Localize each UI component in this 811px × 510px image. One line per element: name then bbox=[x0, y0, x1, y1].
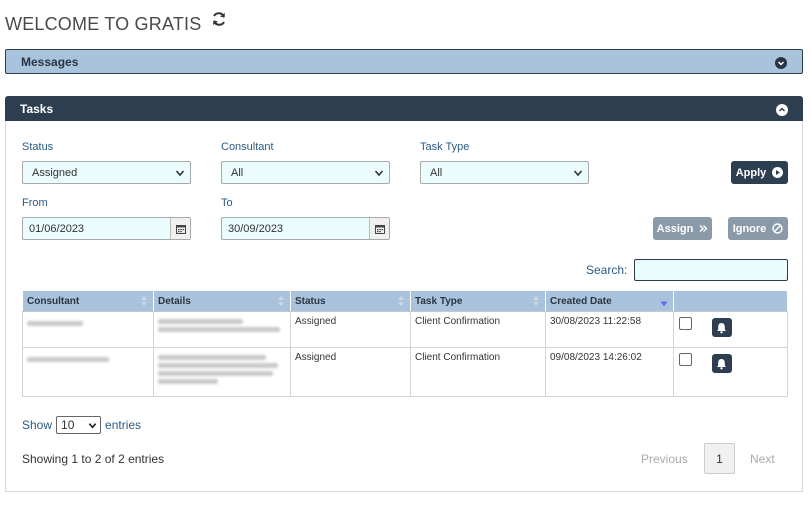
task-type-cell: Client Confirmation bbox=[410, 347, 546, 397]
from-date-value: 01/06/2023 bbox=[29, 222, 85, 235]
calendar-icon[interactable] bbox=[170, 218, 190, 239]
column-header-created-date[interactable]: Created Date bbox=[545, 290, 674, 312]
sort-icon bbox=[141, 296, 147, 306]
table-row[interactable]: Assigned Client Confirmation 30/08/2023 … bbox=[22, 311, 788, 348]
task-type-select-value: All bbox=[430, 166, 443, 179]
calendar-icon[interactable] bbox=[369, 218, 389, 239]
redacted-text bbox=[27, 357, 109, 362]
assign-button[interactable]: Assign bbox=[653, 217, 712, 240]
redacted-text bbox=[158, 319, 243, 324]
search-input[interactable] bbox=[634, 259, 788, 281]
tasks-panel-title: Tasks bbox=[20, 101, 54, 116]
chevron-down-icon bbox=[88, 423, 97, 429]
assign-button-label: Assign bbox=[656, 222, 694, 235]
status-label: Status bbox=[22, 141, 54, 153]
bell-icon[interactable] bbox=[711, 318, 732, 337]
consultant-cell bbox=[22, 347, 154, 397]
redacted-text bbox=[158, 379, 218, 384]
chevron-down-circle-icon[interactable] bbox=[775, 56, 787, 69]
redacted-text bbox=[158, 327, 280, 332]
tasks-panel-body: Status Consultant Task Type Assigned All… bbox=[5, 121, 803, 492]
table-row[interactable]: Assigned Client Confirmation 09/08/2023 … bbox=[22, 347, 788, 397]
details-cell bbox=[153, 311, 291, 348]
next-button[interactable]: Next bbox=[750, 452, 775, 466]
actions-cell bbox=[673, 347, 788, 397]
page-length-control: Show 10 entries bbox=[22, 416, 141, 434]
apply-button[interactable]: Apply bbox=[731, 161, 788, 184]
redacted-text bbox=[158, 371, 273, 376]
to-date-field[interactable]: 30/09/2023 bbox=[221, 217, 390, 240]
to-label: To bbox=[221, 197, 233, 209]
double-chevron-right-icon bbox=[699, 225, 708, 232]
sort-icon bbox=[278, 296, 284, 306]
page-title: WELCOME TO GRATIS bbox=[5, 13, 202, 34]
row-checkbox[interactable] bbox=[679, 317, 692, 330]
to-date-value: 30/09/2023 bbox=[228, 222, 284, 235]
row-checkbox[interactable] bbox=[679, 353, 692, 366]
page-header: WELCOME TO GRATIS bbox=[5, 8, 227, 40]
status-cell: Assigned bbox=[290, 347, 411, 397]
page-length-select[interactable]: 10 bbox=[56, 416, 102, 434]
tasks-table: Consultant Details Status Task Type Crea… bbox=[22, 290, 788, 397]
task-type-select[interactable]: All bbox=[420, 161, 589, 184]
chevron-down-icon bbox=[374, 170, 384, 177]
created-date-cell: 09/08/2023 14:26:02 bbox=[545, 347, 674, 397]
tasks-panel-header[interactable]: Tasks bbox=[5, 96, 803, 121]
page-length-value: 10 bbox=[61, 418, 75, 432]
actions-cell bbox=[673, 311, 788, 348]
chevron-down-icon bbox=[573, 170, 583, 177]
column-header-consultant[interactable]: Consultant bbox=[22, 290, 154, 312]
consultant-label: Consultant bbox=[221, 141, 274, 153]
chevron-up-circle-icon[interactable] bbox=[776, 103, 788, 116]
redacted-text bbox=[27, 321, 83, 326]
column-header-task-type[interactable]: Task Type bbox=[410, 290, 546, 312]
from-date-field[interactable]: 01/06/2023 bbox=[22, 217, 191, 240]
ignore-button[interactable]: Ignore bbox=[728, 217, 788, 240]
consultant-select-value: All bbox=[231, 166, 244, 179]
entries-label: entries bbox=[105, 418, 142, 432]
messages-panel-title: Messages bbox=[21, 54, 79, 69]
details-cell bbox=[153, 347, 291, 397]
table-info: Showing 1 to 2 of 2 entries bbox=[22, 452, 165, 466]
play-circle-icon bbox=[772, 167, 784, 178]
ban-icon bbox=[772, 223, 784, 234]
redacted-text bbox=[158, 355, 266, 360]
status-select-value: Assigned bbox=[32, 166, 78, 179]
table-header-row: Consultant Details Status Task Type Crea… bbox=[22, 290, 788, 312]
column-header-status[interactable]: Status bbox=[290, 290, 411, 312]
previous-button[interactable]: Previous bbox=[641, 452, 688, 466]
column-header-actions bbox=[673, 290, 788, 312]
status-select[interactable]: Assigned bbox=[22, 161, 191, 184]
show-label: Show bbox=[22, 418, 53, 432]
apply-button-label: Apply bbox=[735, 166, 767, 179]
bell-icon[interactable] bbox=[711, 354, 732, 373]
sort-icon bbox=[398, 296, 404, 306]
redacted-text bbox=[158, 363, 278, 368]
status-cell: Assigned bbox=[290, 311, 411, 348]
refresh-icon[interactable] bbox=[211, 11, 227, 27]
messages-panel-header[interactable]: Messages bbox=[5, 49, 803, 74]
sort-icon bbox=[533, 296, 539, 306]
consultant-select[interactable]: All bbox=[221, 161, 390, 184]
task-type-label: Task Type bbox=[420, 141, 470, 153]
from-label: From bbox=[22, 197, 48, 209]
column-header-details[interactable]: Details bbox=[153, 290, 291, 312]
page-1-button[interactable]: 1 bbox=[704, 443, 735, 474]
ignore-button-label: Ignore bbox=[732, 222, 767, 235]
consultant-cell bbox=[22, 311, 154, 348]
created-date-cell: 30/08/2023 11:22:58 bbox=[545, 311, 674, 348]
sort-desc-icon bbox=[660, 301, 668, 307]
search-label: Search: bbox=[586, 263, 628, 277]
chevron-down-icon bbox=[175, 170, 185, 177]
task-type-cell: Client Confirmation bbox=[410, 311, 546, 348]
